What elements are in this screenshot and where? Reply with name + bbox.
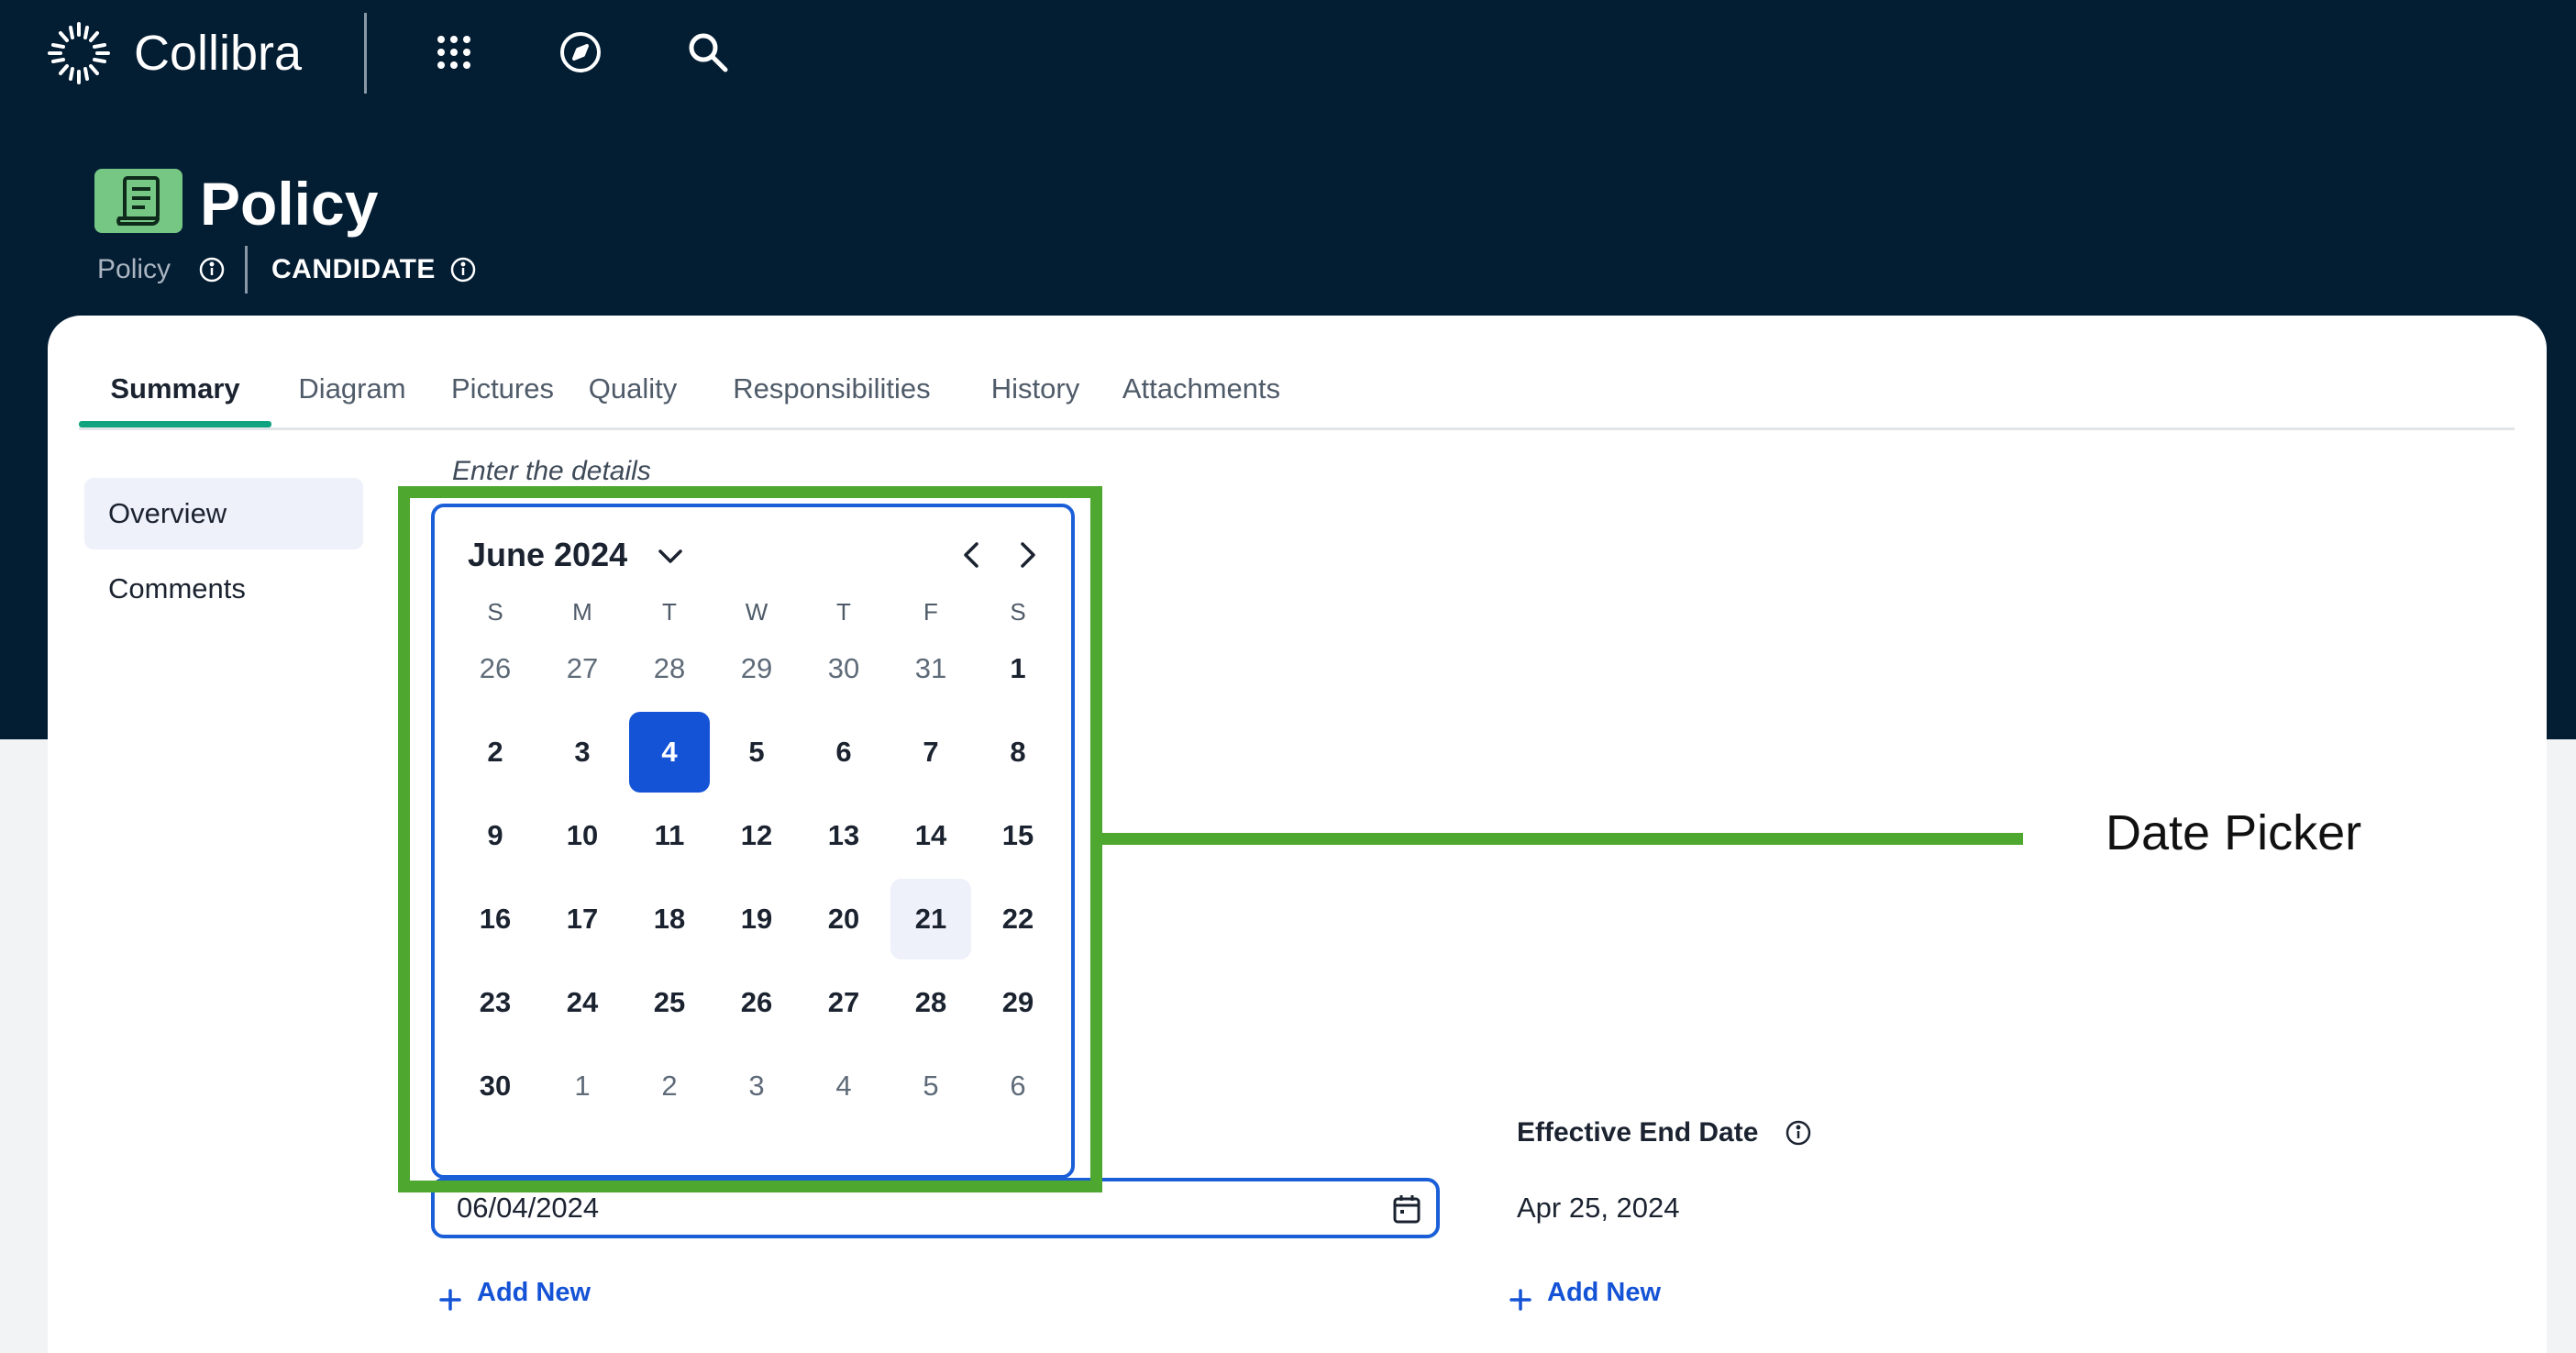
tab-label: Pictures bbox=[451, 372, 554, 405]
tab-label: Summary bbox=[110, 372, 240, 405]
tab-pictures[interactable]: Pictures bbox=[433, 356, 572, 422]
tab-diagram[interactable]: Diagram bbox=[271, 356, 433, 422]
tab-history[interactable]: History bbox=[970, 356, 1100, 422]
tab-label: History bbox=[990, 372, 1080, 405]
collibra-logo-icon[interactable] bbox=[46, 20, 112, 86]
policy-asset-icon bbox=[94, 169, 182, 233]
sidebar-item-label: Comments bbox=[108, 572, 246, 604]
tab-label: Responsibilities bbox=[733, 372, 931, 405]
sidebar-item-overview[interactable]: Overview bbox=[84, 478, 363, 549]
meta-divider bbox=[245, 246, 248, 294]
end-date-info-icon[interactable] bbox=[1785, 1119, 1812, 1147]
tab-quality[interactable]: Quality bbox=[572, 356, 693, 422]
add-new-label: Add New bbox=[1547, 1278, 1662, 1307]
topbar-divider bbox=[364, 13, 367, 94]
tab-attachments[interactable]: Attachments bbox=[1100, 356, 1302, 422]
effective-end-date-value: Apr 25, 2024 bbox=[1517, 1192, 1680, 1224]
form-helper-text: Enter the details bbox=[452, 456, 651, 486]
tab-label: Quality bbox=[588, 372, 678, 405]
asset-type-label: Policy bbox=[97, 254, 171, 284]
sidebar-item-comments[interactable]: Comments bbox=[84, 553, 363, 625]
active-tab-indicator bbox=[79, 421, 271, 427]
tab-bar: Summary Diagram Pictures Quality Respons… bbox=[79, 356, 2515, 430]
top-navigation-bar: Collibra bbox=[0, 0, 2576, 108]
asset-type-info-icon[interactable] bbox=[198, 256, 226, 283]
compass-icon[interactable] bbox=[551, 23, 610, 82]
plus-icon bbox=[1509, 1281, 1532, 1311]
annotation-highlight-box bbox=[398, 486, 1102, 1192]
plus-icon bbox=[438, 1281, 462, 1311]
annotation-label: Date Picker bbox=[2106, 805, 2362, 860]
tab-label: Attachments bbox=[1122, 372, 1281, 405]
add-new-label: Add New bbox=[477, 1278, 591, 1307]
tab-label: Diagram bbox=[298, 372, 406, 405]
page-title: Policy bbox=[200, 170, 379, 238]
status-info-icon[interactable] bbox=[449, 256, 477, 283]
apps-grid-icon[interactable] bbox=[425, 23, 483, 82]
tab-summary[interactable]: Summary bbox=[79, 356, 271, 427]
brand-name: Collibra bbox=[134, 26, 303, 81]
calendar-icon[interactable] bbox=[1390, 1192, 1423, 1225]
annotation-connector-line bbox=[1100, 833, 2023, 845]
tab-responsibilities[interactable]: Responsibilities bbox=[693, 356, 970, 422]
sidebar-item-label: Overview bbox=[108, 497, 227, 529]
status-badge: CANDIDATE bbox=[271, 254, 436, 284]
search-icon[interactable] bbox=[679, 23, 737, 82]
effective-end-date-label: Effective End Date bbox=[1517, 1117, 1759, 1148]
